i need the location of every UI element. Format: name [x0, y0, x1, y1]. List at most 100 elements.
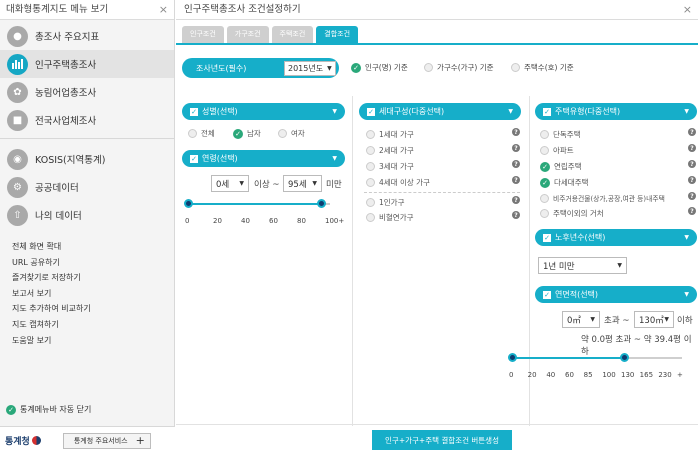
age-from-select[interactable]: 0세 ▼	[211, 175, 249, 192]
age-section-header[interactable]: ✓ 연령(선택) ▼	[182, 150, 345, 167]
link-help[interactable]: 도움말 보기	[12, 333, 174, 349]
basis-label: 인구(명) 기준	[365, 63, 408, 72]
household-4gen-checkbox[interactable]: 4세대 이상 가구	[366, 177, 430, 188]
menu-divider	[0, 138, 174, 139]
gender-all-radio[interactable]: 전체	[188, 128, 215, 139]
housing-rowhouse-checkbox[interactable]: ✓ 연립주택	[540, 161, 582, 172]
age-to-select[interactable]: 95세 ▼	[283, 175, 322, 192]
help-icon[interactable]: ?	[688, 144, 696, 152]
basis-household-radio[interactable]: 가구수(가구) 기준	[424, 62, 494, 73]
help-icon[interactable]: ?	[512, 128, 520, 136]
building-age-value: 1년 미만	[543, 261, 575, 272]
link-save-favorite[interactable]: 즐겨찾기로 저장하기	[12, 270, 174, 286]
sidebar-item-my-data[interactable]: ⇧ 나의 데이터	[0, 201, 174, 229]
option-label: 3세대 가구	[379, 162, 414, 171]
tab-household[interactable]: 가구조건	[226, 26, 269, 43]
kostat-logo: 통계청	[5, 434, 41, 447]
basis-population-radio[interactable]: ✓ 인구(명) 기준	[351, 62, 408, 73]
age-to-value: 95세	[288, 179, 307, 190]
floor-area-end-text: 이하	[677, 316, 693, 326]
household-single-checkbox[interactable]: 1인가구	[366, 197, 404, 208]
help-icon[interactable]: ?	[688, 128, 696, 136]
option-label: 남자	[247, 129, 261, 138]
housing-detached-checkbox[interactable]: 단독주택	[540, 129, 581, 140]
basis-housing-radio[interactable]: 주택수(호) 기준	[511, 62, 574, 73]
floor-area-tick-label: 85	[583, 371, 593, 379]
generate-combined-button[interactable]: 인구+가구+주택 결합조건 버튼생성	[372, 430, 512, 450]
floor-area-section-header[interactable]: ✓ 연면적(선택) ▼	[535, 286, 697, 303]
age-slider-max-handle[interactable]	[317, 199, 326, 208]
tab-underline	[176, 43, 698, 45]
seal-icon	[31, 436, 41, 445]
floor-area-slider-min-handle[interactable]	[508, 353, 517, 362]
help-icon[interactable]: ?	[688, 207, 696, 215]
close-icon[interactable]: ×	[159, 0, 168, 20]
link-capture-map[interactable]: 지도 캡쳐하기	[12, 317, 174, 333]
household-1gen-checkbox[interactable]: 1세대 가구	[366, 129, 414, 140]
chevron-down-icon: ▼	[684, 108, 689, 115]
survey-year-select[interactable]: 2015년도 ▼	[284, 61, 336, 76]
chevron-down-icon: ▼	[664, 316, 669, 323]
help-icon[interactable]: ?	[688, 160, 696, 168]
household-nonrelative-checkbox[interactable]: 비혈연가구	[366, 212, 414, 223]
housing-apartment-checkbox[interactable]: 아파트	[540, 145, 574, 156]
housing-other-checkbox[interactable]: 주택이외의 거처	[540, 208, 604, 219]
tab-combined[interactable]: 결합조건	[316, 26, 359, 43]
main-services-button[interactable]: 통계청 주요서비스 +	[62, 432, 151, 449]
help-icon[interactable]: ?	[512, 144, 520, 152]
link-compare-map[interactable]: 지도 추가하여 비교하기	[12, 301, 174, 317]
age-tick-label: 0	[185, 217, 190, 225]
household-3gen-checkbox[interactable]: 3세대 가구	[366, 161, 414, 172]
housing-multiplex-checkbox[interactable]: ✓ 다세대주택	[540, 177, 589, 188]
radio-icon	[188, 129, 197, 138]
radio-icon	[540, 209, 549, 218]
housing-nonresidential-checkbox[interactable]: 비주거용건물(상가,공장,여관 등)내주택	[540, 193, 665, 203]
building-age-section-header[interactable]: ✓ 노후년수(선택) ▼	[535, 229, 697, 246]
option-label: 1세대 가구	[379, 130, 414, 139]
floor-area-tick-label: 165	[639, 371, 654, 379]
age-tick-label: 40	[241, 217, 250, 225]
dashed-divider	[364, 192, 520, 193]
sidebar: 대화형통계지도 메뉴 보기 × ● 총조사 주요지표 인구주택총조사 ✿ 농림어…	[0, 0, 175, 454]
option-label: 2세대 가구	[379, 146, 414, 155]
age-tick-label: 20	[213, 217, 222, 225]
gender-section-header[interactable]: ✓ 성별(선택) ▼	[182, 103, 345, 120]
age-slider-min-handle[interactable]	[184, 199, 193, 208]
sidebar-item-kosis[interactable]: ◉ KOSIS(지역통계)	[0, 145, 174, 173]
floor-area-to-select[interactable]: 130㎡ ▼	[634, 311, 674, 328]
link-share-url[interactable]: URL 공유하기	[12, 255, 174, 271]
sidebar-item-population-census[interactable]: 인구주택총조사	[0, 50, 174, 78]
help-icon[interactable]: ?	[512, 211, 520, 219]
checkbox-icon: ✓	[367, 107, 375, 116]
sidebar-item-business-survey[interactable]: ■ 전국사업체조사	[0, 106, 174, 134]
close-icon[interactable]: ×	[683, 0, 692, 20]
auto-close-toggle[interactable]: ✓ 통계메뉴바 자동 닫기	[6, 404, 91, 415]
help-icon[interactable]: ?	[688, 192, 696, 200]
help-icon[interactable]: ?	[512, 196, 520, 204]
link-report[interactable]: 보고서 보기	[12, 286, 174, 302]
help-icon[interactable]: ?	[512, 176, 520, 184]
building-age-select[interactable]: 1년 미만 ▼	[538, 257, 627, 274]
option-label: 연립주택	[554, 162, 582, 171]
sidebar-item-key-indicators[interactable]: ● 총조사 주요지표	[0, 22, 174, 50]
floor-area-from-select[interactable]: 0㎡ ▼	[562, 311, 600, 328]
chevron-down-icon: ▼	[508, 108, 513, 115]
sidebar-item-label: 총조사 주요지표	[35, 32, 100, 43]
sidebar-item-agri-census[interactable]: ✿ 농림어업총조사	[0, 78, 174, 106]
sidebar-item-public-data[interactable]: ⚙ 공공데이터	[0, 173, 174, 201]
tab-housing[interactable]: 주택조건	[271, 26, 314, 43]
sidebar-item-label: 나의 데이터	[35, 211, 82, 222]
sidebar-links: 전체 화면 확대 URL 공유하기 즐겨찾기로 저장하기 보고서 보기 지도 추…	[0, 239, 174, 348]
gender-female-radio[interactable]: 여자	[278, 128, 305, 139]
household-2gen-checkbox[interactable]: 2세대 가구	[366, 145, 414, 156]
floor-area-tick-label: 0	[509, 371, 514, 379]
help-icon[interactable]: ?	[688, 176, 696, 184]
link-fullscreen[interactable]: 전체 화면 확대	[12, 239, 174, 255]
tab-population[interactable]: 인구조건	[182, 26, 224, 43]
household-section-header[interactable]: ✓ 세대구성(다중선택) ▼	[359, 103, 521, 120]
age-tick-label: 60	[269, 217, 278, 225]
housing-type-section-header[interactable]: ✓ 주택유형(다중선택) ▼	[535, 103, 697, 120]
help-icon[interactable]: ?	[512, 160, 520, 168]
floor-area-slider-max-handle[interactable]	[620, 353, 629, 362]
gender-male-radio[interactable]: ✓ 남자	[233, 128, 261, 139]
